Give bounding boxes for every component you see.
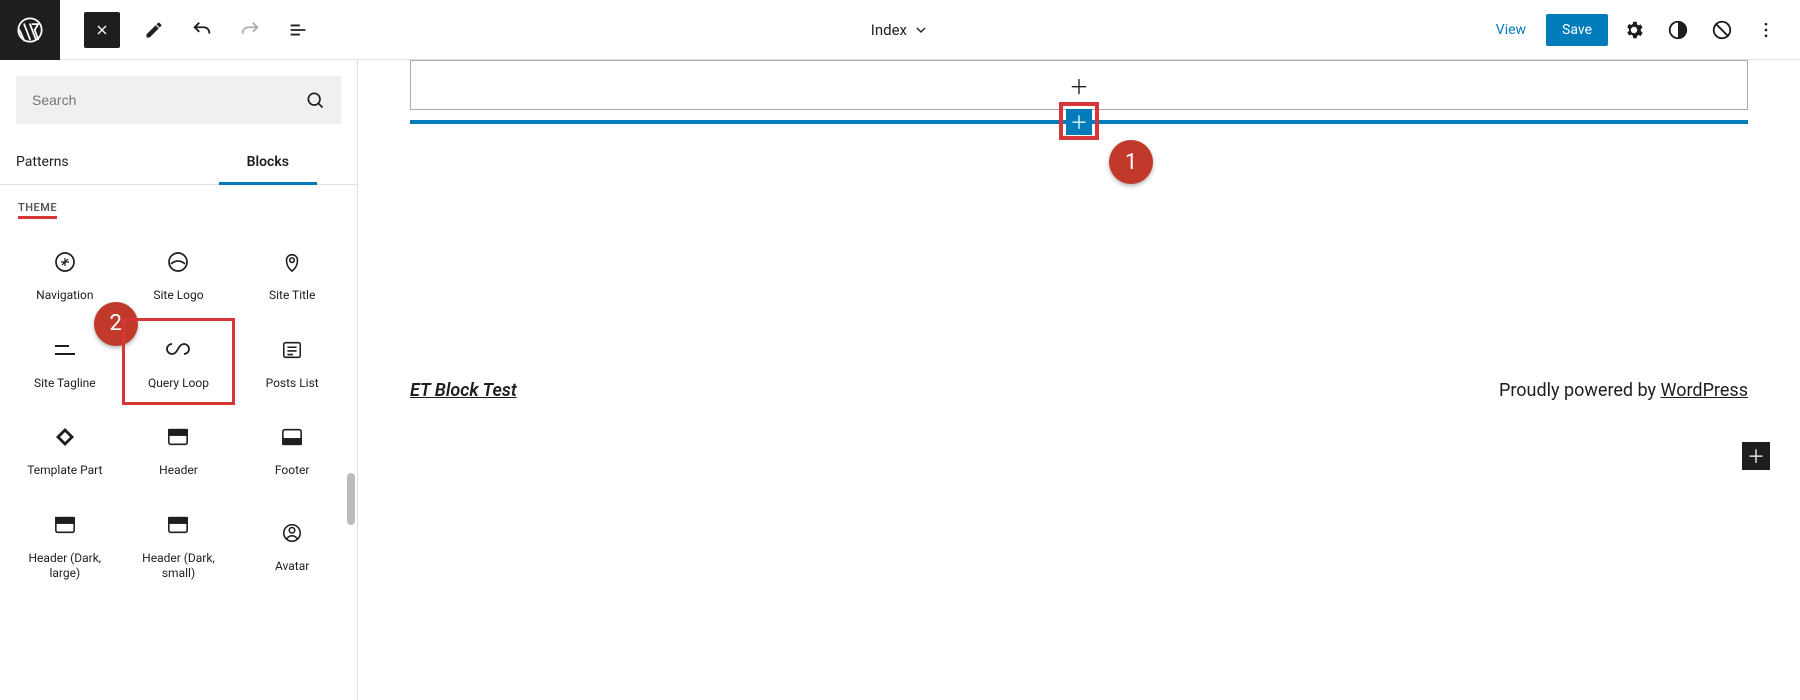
save-button[interactable]: Save [1546, 14, 1608, 46]
undo-icon[interactable] [184, 12, 220, 48]
header-dark-large-icon [54, 511, 76, 539]
chevron-down-icon [913, 22, 929, 38]
settings-icon[interactable] [1616, 12, 1652, 48]
navigation-icon [53, 248, 77, 276]
block-header[interactable]: Header [122, 405, 236, 493]
inspector-icon[interactable] [1704, 12, 1740, 48]
list-view-icon[interactable] [280, 12, 316, 48]
view-link[interactable]: View [1484, 14, 1538, 46]
footer-icon [281, 423, 303, 451]
template-part-icon [53, 423, 77, 451]
block-site-tagline[interactable]: 2 Site Tagline [8, 318, 122, 406]
sidebar-scrollbar[interactable] [345, 235, 357, 700]
add-block-floating-button[interactable]: ＋ [1742, 442, 1770, 470]
block-site-logo[interactable]: Site Logo [122, 230, 236, 318]
editor-canvas: ＋ ＋ 1 ET Block Test Proudly powered by W… [358, 60, 1800, 700]
more-menu-icon[interactable] [1748, 12, 1784, 48]
edit-tool-icon[interactable] [136, 12, 172, 48]
search-box[interactable] [16, 76, 341, 124]
template-title[interactable]: Index [316, 21, 1484, 39]
powered-by-text: Proudly powered by WordPress [1499, 380, 1748, 401]
inserter-tabs: Patterns Blocks [0, 140, 357, 185]
header-dark-small-icon [167, 511, 189, 539]
plus-icon[interactable]: ＋ [1069, 71, 1089, 100]
tab-patterns[interactable]: Patterns [0, 140, 179, 184]
callout-1: 1 [1109, 140, 1153, 184]
toggle-inserter-button[interactable] [84, 12, 120, 48]
site-footer-row: ET Block Test Proudly powered by WordPre… [410, 380, 1748, 401]
block-template-part[interactable]: Template Part [8, 405, 122, 493]
blocks-grid: Navigation Site Logo Site Title 2 Site T… [0, 222, 357, 612]
block-site-title[interactable]: Site Title [235, 230, 349, 318]
site-title-icon [281, 248, 303, 276]
site-logo-icon [166, 248, 190, 276]
query-loop-icon [165, 336, 191, 364]
block-header-dark-small[interactable]: Header (Dark, small) [122, 493, 236, 596]
block-footer[interactable]: Footer [235, 405, 349, 493]
search-input[interactable] [32, 92, 305, 108]
section-theme-label: THEME [2, 185, 73, 222]
block-header-dark-large[interactable]: Header (Dark, large) [8, 493, 122, 596]
avatar-icon [281, 519, 303, 547]
site-tagline-icon [53, 336, 77, 364]
block-avatar[interactable]: Avatar [235, 493, 349, 596]
header-icon [167, 423, 189, 451]
site-title-link[interactable]: ET Block Test [410, 380, 517, 401]
template-title-text: Index [871, 21, 907, 39]
redo-icon[interactable] [232, 12, 268, 48]
styles-icon[interactable] [1660, 12, 1696, 48]
block-insertion-indicator: ＋ 1 [410, 120, 1748, 124]
wordpress-logo[interactable] [0, 0, 60, 60]
insert-block-button[interactable]: ＋ [1066, 109, 1092, 135]
scrollbar-thumb[interactable] [347, 473, 355, 525]
block-inserter-panel: Patterns Blocks THEME Navigation Site Lo… [0, 60, 358, 700]
wordpress-link[interactable]: WordPress [1661, 380, 1748, 401]
block-query-loop[interactable]: Query Loop [122, 318, 236, 406]
block-posts-list[interactable]: Posts List [235, 318, 349, 406]
search-icon [305, 90, 325, 110]
editor-topbar: Index View Save [0, 0, 1800, 60]
tab-blocks[interactable]: Blocks [179, 140, 358, 184]
posts-list-icon [281, 336, 303, 364]
